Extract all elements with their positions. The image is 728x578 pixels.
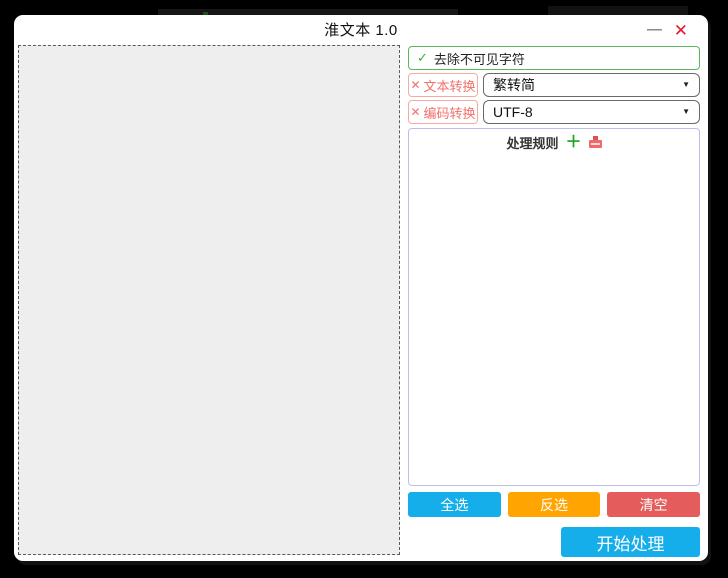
chevron-down-icon: ▼ xyxy=(682,80,690,89)
close-button[interactable]: ✕ xyxy=(674,19,688,43)
app-window: 淮文本 1.0 — ✕ ✓ 去除不可见字符 ✕ 文本转换 繁转简 ▼ ✕ 编码转… xyxy=(14,15,708,561)
encoding-convert-toggle[interactable]: ✕ 编码转换 xyxy=(408,100,478,124)
window-title: 淮文本 1.0 xyxy=(14,15,708,46)
minimize-button[interactable]: — xyxy=(647,17,662,43)
file-drop-zone[interactable] xyxy=(18,45,400,555)
title-bar: 淮文本 1.0 — ✕ xyxy=(14,15,708,45)
options-panel: ✓ 去除不可见字符 ✕ 文本转换 繁转简 ▼ ✕ 编码转换 UTF-8 ▼ xyxy=(408,46,700,556)
check-icon: ✓ xyxy=(417,50,428,66)
text-convert-label: 文本转换 xyxy=(424,76,476,95)
encoding-convert-row: ✕ 编码转换 UTF-8 ▼ xyxy=(408,100,700,124)
select-all-button[interactable]: 全选 xyxy=(408,492,501,517)
encoding-convert-value: UTF-8 xyxy=(493,104,533,120)
eraser-stripe xyxy=(591,143,600,145)
text-convert-select[interactable]: 繁转简 ▼ xyxy=(483,73,700,97)
text-convert-value: 繁转简 xyxy=(493,75,535,95)
eraser-icon[interactable] xyxy=(589,136,602,149)
text-convert-toggle[interactable]: ✕ 文本转换 xyxy=(408,73,478,97)
remove-invisible-option[interactable]: ✓ 去除不可见字符 xyxy=(408,46,700,70)
start-processing-button[interactable]: 开始处理 xyxy=(561,527,700,557)
add-rule-icon[interactable]: ＋ xyxy=(566,136,582,149)
invert-selection-button[interactable]: 反选 xyxy=(508,492,601,517)
rules-title: 处理规则 xyxy=(506,133,558,152)
x-icon: ✕ xyxy=(410,78,420,92)
text-convert-row: ✕ 文本转换 繁转简 ▼ xyxy=(408,73,700,97)
remove-invisible-label: 去除不可见字符 xyxy=(434,49,525,68)
chevron-down-icon: ▼ xyxy=(682,107,690,116)
rules-list[interactable]: 处理规则 ＋ xyxy=(408,128,700,486)
selection-buttons: 全选 反选 清空 xyxy=(408,492,700,517)
encoding-convert-label: 编码转换 xyxy=(424,103,476,122)
x-icon: ✕ xyxy=(410,105,420,119)
clear-button[interactable]: 清空 xyxy=(607,492,700,517)
encoding-convert-select[interactable]: UTF-8 ▼ xyxy=(483,100,700,124)
rules-header: 处理规则 ＋ xyxy=(409,133,699,152)
start-row: 开始处理 xyxy=(561,527,700,557)
